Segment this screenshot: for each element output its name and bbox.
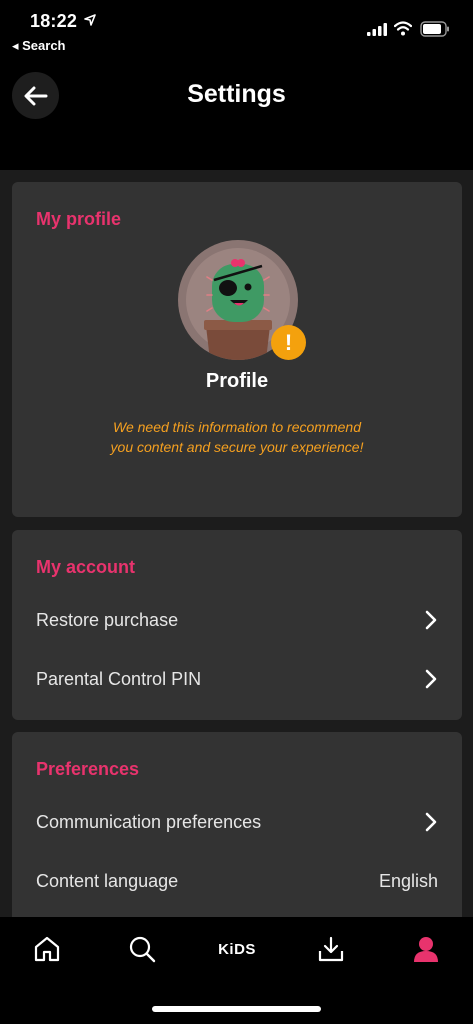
profile-card-title: My profile: [36, 209, 122, 229]
wifi-icon: [394, 21, 412, 36]
communication-preferences-row[interactable]: Communication preferences: [36, 802, 438, 842]
chevron-right-icon: [425, 669, 437, 689]
search-icon: [129, 936, 156, 963]
warning-badge: !: [271, 325, 306, 360]
nav-kids[interactable]: KiDS: [213, 934, 261, 964]
header: Settings: [0, 60, 473, 170]
account-card-title: My account: [36, 557, 136, 577]
chevron-right-icon: [425, 610, 437, 630]
profile-avatar[interactable]: !: [178, 240, 306, 360]
parental-control-pin-row[interactable]: Parental Control PIN: [36, 659, 438, 699]
nav-home[interactable]: [32, 934, 62, 964]
settings-content[interactable]: My profile ! Profile We need this inform…: [0, 170, 473, 917]
cellular-signal-icon: [367, 23, 387, 36]
row-label: Restore purchase: [36, 609, 179, 630]
account-card: My account Restore purchase Parental Con…: [12, 530, 462, 720]
profile-card: My profile ! Profile We need this inform…: [12, 182, 462, 517]
home-icon: [34, 936, 60, 962]
back-to-app-link[interactable]: ◂ Search: [12, 38, 66, 54]
nav-downloads[interactable]: [316, 934, 346, 964]
row-label: Parental Control PIN: [36, 668, 202, 689]
restore-purchase-row[interactable]: Restore purchase: [36, 600, 438, 640]
home-indicator: [152, 1006, 321, 1012]
preferences-card-title: Preferences: [36, 759, 140, 779]
bottom-nav: KiDS: [0, 917, 473, 1024]
row-label: Content language: [36, 870, 179, 891]
preferences-card: Preferences Communication preferences Co…: [12, 732, 462, 917]
content-language-row[interactable]: Content language English: [36, 861, 438, 901]
page-title: Settings: [187, 80, 286, 108]
profile-info-note: We need this information to recommend yo…: [110, 419, 364, 455]
nav-profile[interactable]: [411, 934, 441, 964]
kids-label: KiDS: [218, 940, 256, 958]
profile-icon: [414, 937, 438, 962]
clock: 18:22: [30, 11, 78, 31]
chevron-right-icon: [425, 812, 437, 832]
download-icon: [318, 936, 344, 962]
profile-name[interactable]: Profile: [12, 370, 462, 393]
location-arrow-icon: [84, 14, 96, 26]
battery-icon: [420, 21, 449, 37]
content-language-value: English: [378, 870, 438, 891]
status-bar: 18:22 ◂ Search: [0, 0, 473, 60]
row-label: Communication preferences: [36, 811, 262, 832]
nav-search[interactable]: [127, 934, 157, 964]
